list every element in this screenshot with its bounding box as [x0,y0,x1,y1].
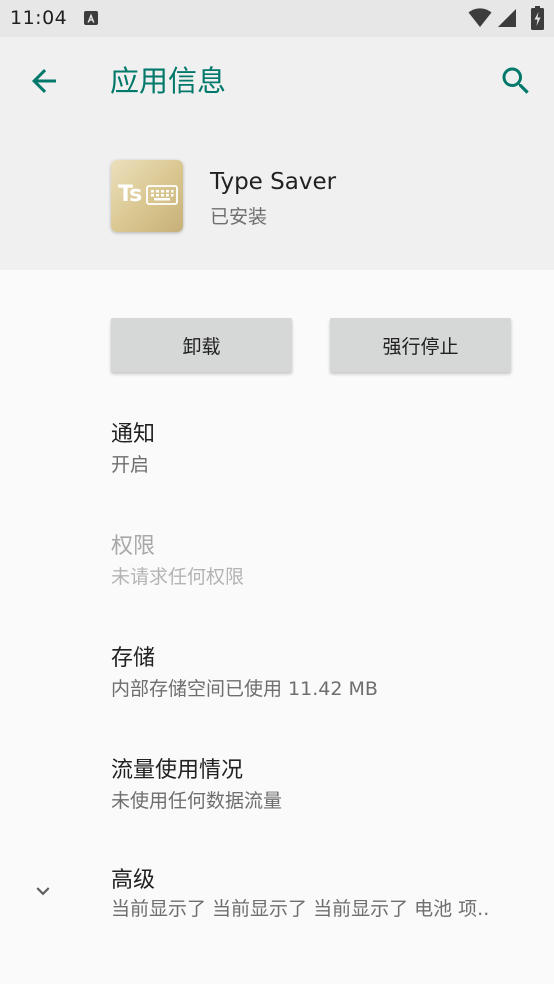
pref-storage[interactable]: 存储 内部存储空间已使用 11.42 MB [0,624,554,724]
status-time: 11:04 [10,7,68,29]
pref-summary: 未使用任何数据流量 [111,790,283,812]
pref-permissions: 权限 未请求任何权限 [0,512,554,612]
pref-summary: 未请求任何权限 [111,566,245,588]
status-bar: 11:04 [0,0,554,37]
app-header [0,37,554,270]
battery-charging-icon [531,6,544,30]
app-install-status: 已安装 [210,206,268,228]
pref-data-usage[interactable]: 流量使用情况 未使用任何数据流量 [0,736,554,836]
arrow-back-icon[interactable] [26,63,62,99]
pref-title: 通知 [111,422,156,447]
wifi-icon [468,8,492,27]
force-stop-button[interactable]: 强行停止 [330,318,511,372]
app-icon-text: Ts [118,182,142,207]
pref-title: 流量使用情况 [111,758,244,783]
pref-advanced-summary: 当前显示了 当前显示了 当前显示了 电池 项.. [111,898,490,920]
cell-signal-icon [498,9,516,27]
chevron-down-icon [36,887,50,896]
search-icon[interactable] [498,63,534,99]
page-title: 应用信息 [110,64,227,98]
pref-summary: 开启 [111,454,150,476]
pref-summary: 内部存储空间已使用 11.42 MB [111,678,378,700]
pref-notifications[interactable]: 通知 开启 [0,400,554,500]
uninstall-button[interactable]: 卸载 [111,318,292,372]
app-name: Type Saver [210,169,337,195]
pref-advanced-title: 高级 [111,868,156,893]
keyboard-icon [146,185,178,205]
pref-title: 权限 [111,534,156,559]
a-box-icon [84,11,98,25]
pref-title: 存储 [111,646,156,671]
app-icon: Ts [111,160,183,232]
